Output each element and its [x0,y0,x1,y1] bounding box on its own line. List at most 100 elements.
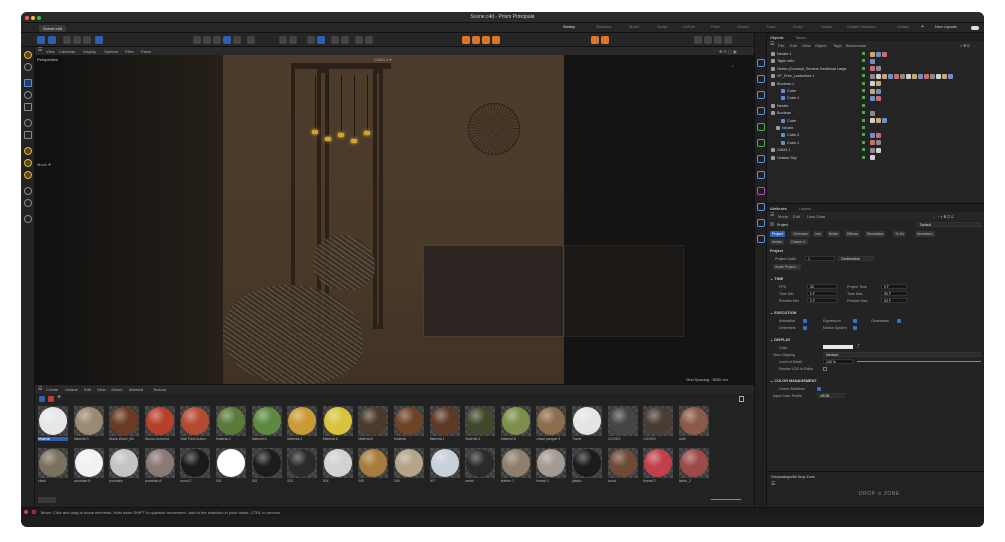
eyedropper-icon[interactable]: ⤴ [856,344,860,349]
workplane-icon[interactable] [279,36,287,44]
generator-icon[interactable] [482,36,490,44]
visibility-check-icon[interactable] [862,66,865,70]
add-layout-icon[interactable]: + [921,24,924,30]
material-tag-icon[interactable] [924,73,929,79]
material-tag-icon[interactable] [876,118,881,124]
render-view-icon[interactable] [341,36,349,44]
material-swatch[interactable]: porcelain A [144,448,175,486]
visibility-check-icon[interactable] [862,118,865,122]
attr-pill[interactable]: Bullet [827,231,840,237]
material-size-slider[interactable] [711,499,741,500]
edges-mode-icon[interactable] [223,36,231,44]
material-tag-icon[interactable] [870,118,875,124]
object-row[interactable]: Cube.1 [767,95,984,102]
level-of-detail-field[interactable]: 100 % [823,359,853,364]
mat-menu-octane[interactable]: Octane [65,387,78,392]
transform-tool-icon[interactable] [24,119,32,127]
attr-pill[interactable]: Effects [845,231,860,237]
deformers-checkbox[interactable] [803,326,807,330]
object-row[interactable]: Octane Sky [767,155,984,162]
visibility-check-icon[interactable] [862,89,865,92]
material-tag-icon[interactable] [876,132,881,138]
points-mode-icon[interactable] [213,36,221,44]
attr-menu-user-data[interactable]: User Data [807,214,825,219]
attr-pill[interactable]: Project [770,231,785,237]
material-swatch[interactable]: 003 [287,448,318,486]
material-swatch[interactable]: COVID3 [607,406,638,444]
material-swatch[interactable]: thread 2 [643,448,674,486]
add-icon[interactable]: + [57,394,61,401]
material-menu-icon[interactable]: ☰ [38,386,42,392]
new-layouts-menu[interactable]: New Layouts [935,25,957,29]
layout-tab-standard[interactable]: Standard [596,25,611,29]
object-row[interactable]: Boolean [767,110,984,117]
material-swatch[interactable]: Material.4 [287,406,318,444]
sculpt-tool-icon[interactable] [24,187,32,195]
viewport-nav-icons[interactable]: ✥ ⟳ ▢ ▣ [719,49,737,54]
material-swatch[interactable]: 001 [216,448,246,486]
visibility-check-icon[interactable] [862,81,865,85]
attr-pill[interactable]: Simulation [865,231,886,237]
octane-tex-icon[interactable] [724,36,732,44]
linear-workflow-checkbox[interactable] [817,387,821,391]
material-tag-icon[interactable] [876,140,881,146]
object-row[interactable]: Neutre.1 [767,51,984,58]
obj-menu-tags[interactable]: Tags [833,43,841,48]
expression-checkbox[interactable] [853,319,857,323]
fps-field[interactable]: 30 [807,284,837,289]
3d-viewport[interactable]: Perspective CAM1.1 ⌖ Move ✛ Grid Spacing… [35,55,754,384]
menu-cameras[interactable]: Cameras [59,49,75,54]
material-tag-icon[interactable] [942,73,947,79]
render-settings-icon[interactable] [355,36,363,44]
material-swatch[interactable]: porcelain B [73,448,104,486]
project-scale-unit-dropdown[interactable]: Centimeters [838,256,874,261]
object-row[interactable]: Neutre [767,125,984,132]
visibility-check-icon[interactable] [862,74,865,78]
snap-icon[interactable] [247,36,255,44]
redo-icon[interactable] [203,36,211,44]
material-swatch[interactable]: 007 [429,448,460,486]
material-tag-icon[interactable] [870,147,875,153]
material-swatch[interactable]: porcelain [109,448,140,486]
live-selection-icon[interactable] [24,51,32,59]
attr-pill[interactable]: Nodes [770,239,785,245]
locked-workplane-icon[interactable] [289,36,297,44]
camera-object-icon[interactable] [757,203,765,211]
material-swatch[interactable]: COVID2 [643,406,674,444]
preview-min-field[interactable]: 0 F [807,298,837,303]
rotate-tool-icon[interactable] [24,91,32,99]
material-tag-icon[interactable] [876,147,881,153]
paint-tool-icon[interactable] [24,171,32,179]
menu-filter[interactable]: Filter [125,49,134,54]
object-row[interactable]: Boolean.1 [767,81,984,88]
material-tag-icon[interactable] [876,51,881,57]
obj-menu-view[interactable]: View [802,43,811,48]
floor-icon[interactable] [757,219,765,227]
layout-tab-uvedit[interactable]: UVEdit [683,25,695,29]
material-tag-icon[interactable] [900,73,905,79]
material-tag-icon[interactable] [870,110,875,116]
time-section-title[interactable]: ⌄ TIME [770,276,783,281]
octane-live-viewer-icon[interactable] [694,36,702,44]
layout-tab-track[interactable]: Track [766,25,775,29]
layout-tab-nodes[interactable]: Nodes [821,25,832,29]
obj-menu-file[interactable]: File [778,43,784,48]
objects-menu-icon[interactable]: ☰ [770,41,774,47]
visibility-check-icon[interactable] [862,59,865,63]
material-swatch[interactable]: classi parquet 3 [536,406,567,444]
material-swatch[interactable]: Material.1 [429,406,460,444]
visibility-check-icon[interactable] [862,133,865,137]
material-swatch[interactable]: Material.3 [465,406,496,444]
text-object-icon[interactable] [757,91,765,99]
axis-y-icon[interactable] [73,36,81,44]
material-tag-icon[interactable] [882,51,887,57]
pen-tool-icon[interactable] [24,147,32,155]
tab-objects[interactable]: Objects [770,35,784,40]
object-row[interactable]: CAM1.1 [767,147,984,154]
material-swatch[interactable]: Wall Paint Autum [180,406,211,444]
octane-materials-icon[interactable] [714,36,722,44]
material-tag-icon[interactable] [870,88,875,94]
material-swatch[interactable]: class [38,448,68,486]
view-clipping-dropdown[interactable]: Medium [823,352,981,357]
deformer-icon[interactable] [492,36,500,44]
